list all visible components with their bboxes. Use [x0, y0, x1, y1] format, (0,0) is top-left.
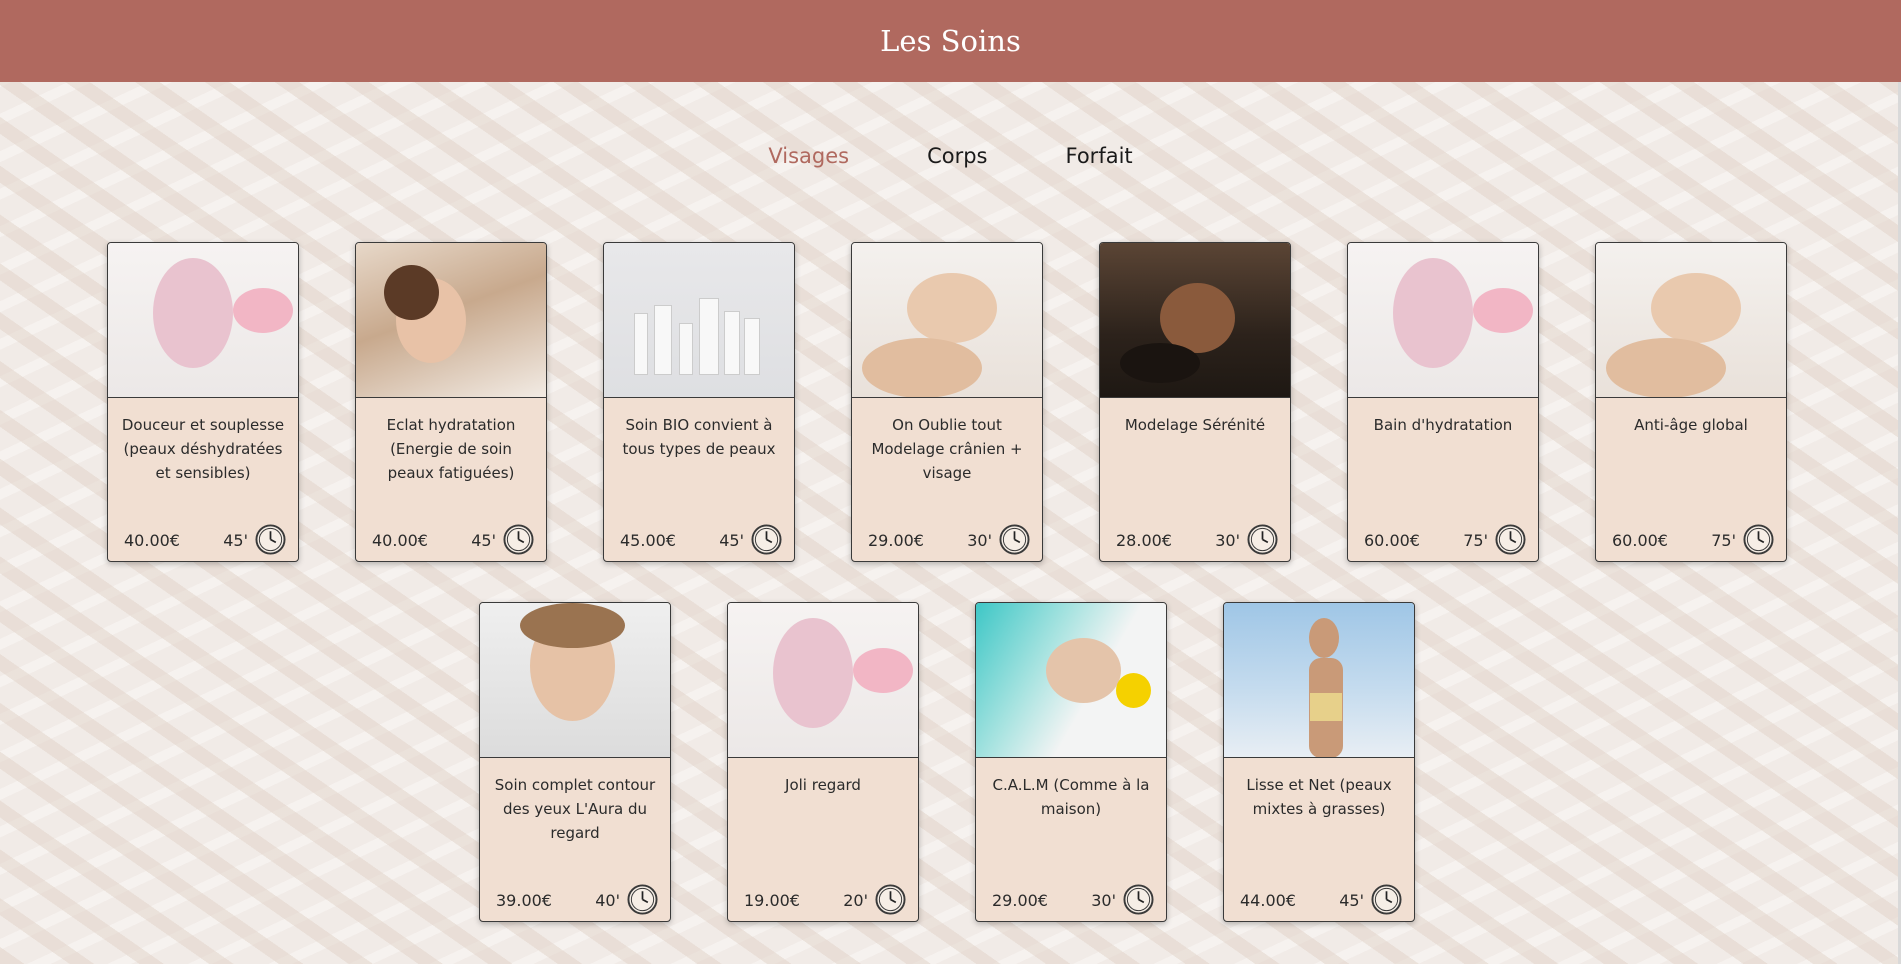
service-price: 40.00€ [124, 531, 180, 550]
service-price: 44.00€ [1240, 891, 1296, 910]
service-title: Soin BIO convient à tous types de peaux [622, 416, 776, 458]
page-header: Les Soins [0, 0, 1901, 82]
service-card[interactable]: C.A.L.M (Comme à la maison) 29.00€ 30' [975, 602, 1167, 922]
service-card[interactable]: Soin complet contour des yeux L'Aura du … [479, 602, 671, 922]
service-title: C.A.L.M (Comme à la maison) [992, 776, 1150, 818]
clock-icon [1247, 524, 1278, 555]
service-card[interactable]: Modelage Sérénité 28.00€ 30' [1099, 242, 1291, 562]
clock-icon [1371, 884, 1402, 915]
service-duration: 75' [1463, 531, 1488, 550]
service-duration: 40' [595, 891, 620, 910]
tab-forfait[interactable]: Forfait [1066, 144, 1133, 168]
service-image [1100, 243, 1290, 398]
clock-icon [503, 524, 534, 555]
service-price: 60.00€ [1364, 531, 1420, 550]
service-duration: 20' [843, 891, 868, 910]
service-title: Joli regard [785, 776, 861, 794]
service-duration: 30' [1215, 531, 1240, 550]
service-image [728, 603, 918, 758]
service-duration: 30' [1091, 891, 1116, 910]
service-duration: 30' [967, 531, 992, 550]
tab-corps[interactable]: Corps [927, 144, 987, 168]
service-duration: 45' [471, 531, 496, 550]
service-title: Douceur et souplesse (peaux déshydratées… [121, 416, 285, 482]
service-price: 28.00€ [1116, 531, 1172, 550]
service-image [1224, 603, 1414, 758]
clock-icon [255, 524, 286, 555]
service-image [976, 603, 1166, 758]
service-price: 45.00€ [620, 531, 676, 550]
service-image [604, 243, 794, 398]
service-duration: 75' [1711, 531, 1736, 550]
service-card[interactable]: Douceur et souplesse (peaux déshydratées… [107, 242, 299, 562]
service-title: On Oublie tout Modelage crânien + visage [871, 416, 1023, 482]
clock-icon [1123, 884, 1154, 915]
service-price: 39.00€ [496, 891, 552, 910]
clock-icon [999, 524, 1030, 555]
service-price: 40.00€ [372, 531, 428, 550]
service-card[interactable]: On Oublie tout Modelage crânien + visage… [851, 242, 1043, 562]
service-image [108, 243, 298, 398]
service-price: 19.00€ [744, 891, 800, 910]
category-tabs: Visages Corps Forfait [0, 144, 1901, 168]
service-card[interactable]: Lisse et Net (peaux mixtes à grasses) 44… [1223, 602, 1415, 922]
service-card[interactable]: Joli regard 19.00€ 20' [727, 602, 919, 922]
service-price: 29.00€ [868, 531, 924, 550]
service-duration: 45' [1339, 891, 1364, 910]
service-price: 29.00€ [992, 891, 1048, 910]
service-title: Eclat hydratation (Energie de soin peaux… [386, 416, 516, 482]
service-card[interactable]: Bain d'hydratation 60.00€ 75' [1347, 242, 1539, 562]
service-duration: 45' [223, 531, 248, 550]
service-title: Modelage Sérénité [1124, 416, 1266, 434]
service-card[interactable]: Anti-âge global 60.00€ 75' [1595, 242, 1787, 562]
service-image [1596, 243, 1786, 398]
service-image [1348, 243, 1538, 398]
clock-icon [1495, 524, 1526, 555]
tab-visages[interactable]: Visages [768, 144, 849, 168]
service-duration: 45' [719, 531, 744, 550]
service-title: Bain d'hydratation [1373, 416, 1513, 434]
service-image [356, 243, 546, 398]
service-image [852, 243, 1042, 398]
service-image [480, 603, 670, 758]
clock-icon [1743, 524, 1774, 555]
service-price: 60.00€ [1612, 531, 1668, 550]
service-card[interactable]: Eclat hydratation (Energie de soin peaux… [355, 242, 547, 562]
service-title: Anti-âge global [1634, 416, 1748, 434]
clock-icon [875, 884, 906, 915]
service-title: Soin complet contour des yeux L'Aura du … [494, 776, 656, 842]
service-card[interactable]: Soin BIO convient à tous types de peaux … [603, 242, 795, 562]
clock-icon [751, 524, 782, 555]
service-title: Lisse et Net (peaux mixtes à grasses) [1246, 776, 1392, 818]
page-title: Les Soins [880, 24, 1021, 58]
clock-icon [627, 884, 658, 915]
